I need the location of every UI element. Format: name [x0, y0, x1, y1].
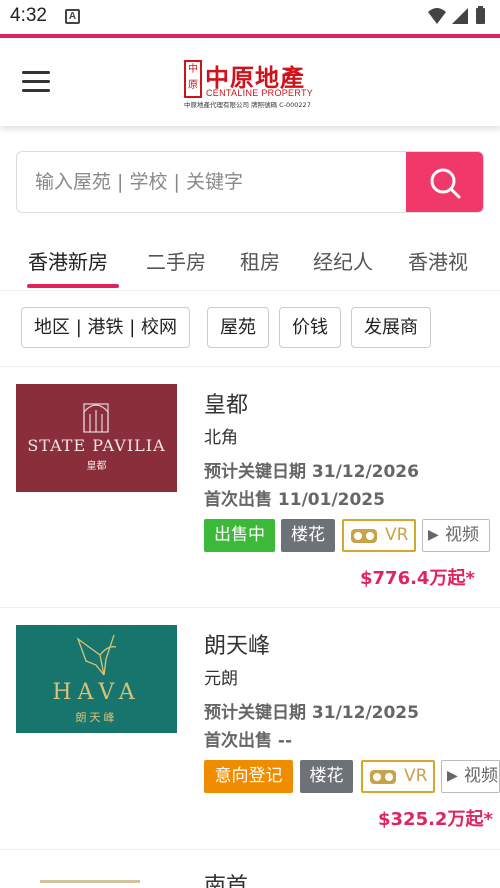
wifi-signal-battery-icon [428, 6, 485, 24]
filter-estate[interactable]: 屋苑 [207, 307, 269, 348]
status-badge: 意向登记 [204, 760, 293, 793]
listing-card[interactable]: HAVA 朗天峰 朗天峰 元朗 预计关键日期 31/12/2025 首次出售 -… [0, 608, 500, 850]
status-badge: 出售中 [204, 519, 275, 552]
vr-button[interactable]: VR [361, 760, 435, 793]
search-icon [430, 168, 461, 199]
type-badge: 楼花 [281, 519, 335, 552]
thumb-brand: STATE PAVILIA [27, 436, 166, 455]
vr-button[interactable]: VR [342, 519, 416, 552]
video-label: 视频 [464, 766, 498, 786]
system-icons [426, 6, 490, 32]
listing-thumbnail[interactable]: STATE PAVILIA 皇都 [16, 384, 177, 492]
listing-price: $776.4万起* [360, 568, 475, 589]
tab-agents[interactable]: 经纪人 [313, 246, 373, 275]
listing-name[interactable]: 南首 [204, 868, 248, 888]
filter-price[interactable]: 价钱 [279, 307, 341, 348]
search-input[interactable] [17, 152, 407, 212]
listing-first-sale: 首次出售 -- [204, 731, 293, 751]
video-button[interactable]: ▶ 视频 [441, 760, 500, 793]
play-icon: ▶ [428, 527, 439, 543]
tab-new-homes[interactable]: 香港新房 [28, 246, 108, 275]
notification-icon: A [65, 9, 80, 24]
listing-card[interactable]: STATE PAVILIA 皇都 皇都 北角 预计关键日期 31/12/2026… [0, 367, 500, 609]
listing-first-sale: 首次出售 11/01/2025 [204, 490, 385, 510]
vr-headset-icon [370, 770, 396, 784]
listing-name[interactable]: 朗天峰 [204, 628, 270, 660]
listing-key-date: 预计关键日期 31/12/2025 [204, 703, 419, 723]
logo-name-en: CENTALINE PROPERTY [206, 88, 314, 98]
listing-price: $325.2万起* [378, 809, 493, 830]
tab-video[interactable]: 香港视 [408, 246, 468, 275]
filter-developer[interactable]: 发展商 [351, 307, 431, 348]
menu-icon[interactable] [22, 71, 50, 93]
listing-thumbnail[interactable] [40, 880, 140, 883]
search-bar [16, 151, 484, 213]
video-label: 视频 [445, 525, 479, 545]
type-badge: 楼花 [300, 760, 353, 793]
logo-license: 中原地產代理有限公司 牌照號碼 C-000227 [184, 101, 311, 109]
logo-seal: 中原 [184, 60, 202, 98]
filter-district[interactable]: 地区 | 港铁 | 校网 [21, 307, 191, 348]
listing-district: 元朗 [204, 669, 238, 689]
status-bar: 4:32 A [0, 0, 500, 34]
vr-label: VR [385, 525, 409, 545]
search-button[interactable] [406, 152, 483, 212]
listing-district: 北角 [204, 428, 238, 448]
status-time: 4:32 [10, 5, 47, 26]
centaline-logo[interactable]: 中原 中原地產 CENTALINE PROPERTY 中原地產代理有限公司 牌照… [184, 58, 318, 109]
thumb-brand-cn: 皇都 [86, 461, 107, 472]
play-icon: ▶ [447, 768, 458, 784]
listing-name[interactable]: 皇都 [204, 387, 248, 419]
active-tab-indicator [27, 284, 119, 288]
app-header: 中原 中原地產 CENTALINE PROPERTY 中原地產代理有限公司 牌照… [0, 38, 500, 126]
listing-thumbnail[interactable]: HAVA 朗天峰 [16, 625, 177, 733]
tab-secondhand[interactable]: 二手房 [146, 246, 206, 275]
tab-rent[interactable]: 租房 [240, 246, 280, 275]
vr-headset-icon [351, 529, 377, 543]
thumb-brand: HAVA [52, 680, 141, 705]
video-button[interactable]: ▶ 视频 [422, 519, 490, 552]
listing-card[interactable]: 南首 [0, 850, 500, 888]
filter-bar: 地区 | 港铁 | 校网 屋苑 价钱 发展商 [0, 307, 434, 349]
listing-key-date: 预计关键日期 31/12/2026 [204, 462, 419, 482]
thumb-brand-cn: 朗天峰 [75, 711, 118, 724]
category-tabs: 香港新房 二手房 租房 经纪人 香港视 [0, 240, 500, 290]
vr-label: VR [404, 766, 428, 786]
divider [0, 290, 500, 291]
